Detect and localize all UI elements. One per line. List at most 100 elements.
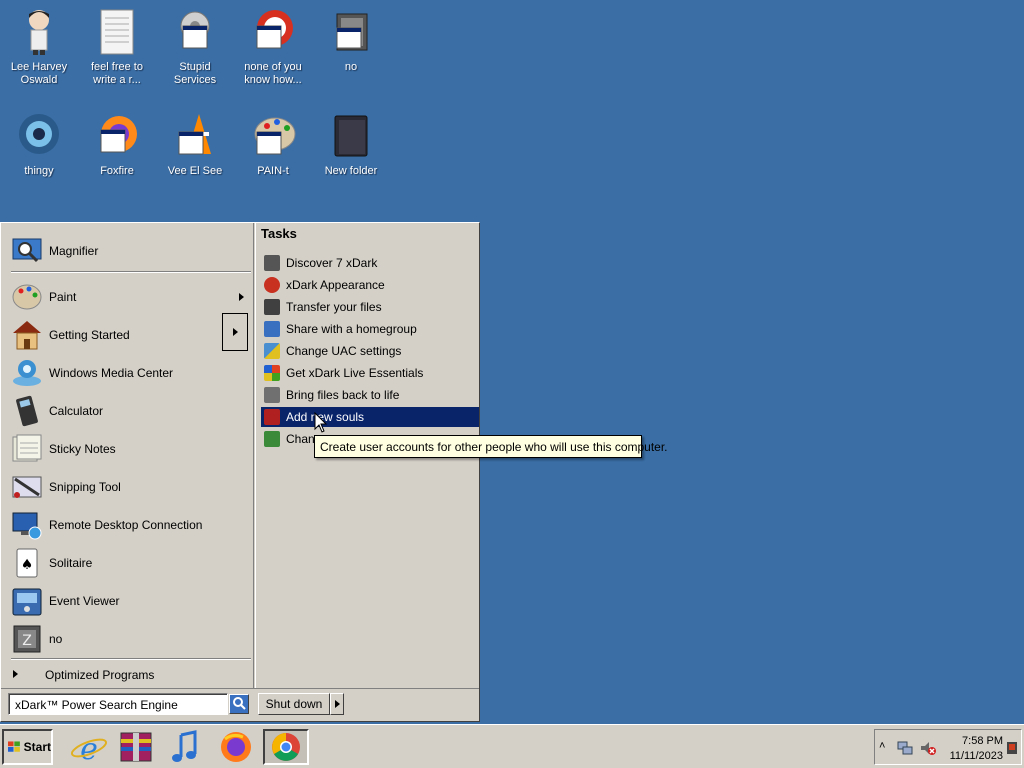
svg-text:♠: ♠ xyxy=(21,557,34,573)
program-no[interactable]: Z no xyxy=(11,621,251,657)
user-accounts-icon xyxy=(264,409,280,425)
expand-arrow-icon xyxy=(13,670,18,678)
volume-muted-icon[interactable] xyxy=(919,740,937,756)
taskbar-winrar[interactable] xyxy=(113,729,159,765)
separator xyxy=(11,658,251,660)
separator xyxy=(11,271,251,273)
taskbar-internet-explorer[interactable]: e xyxy=(66,729,112,767)
pane-divider xyxy=(253,223,254,688)
search-icon xyxy=(230,695,248,713)
archive-icon xyxy=(120,732,152,762)
show-hidden-icons-button[interactable]: ˄ xyxy=(879,740,885,752)
clock-date[interactable]: 11/11/2023 xyxy=(943,750,1003,762)
character-icon xyxy=(15,8,63,56)
magnifier-icon xyxy=(11,235,43,267)
desktop-icon-pain-t[interactable]: PAIN-t xyxy=(234,112,312,178)
start-menu-bottom-bar: xDark™ Power Search Engine Shut down xyxy=(1,688,479,722)
task-restore-files[interactable]: Bring files back to life xyxy=(261,385,479,405)
services-gear-icon xyxy=(171,8,219,56)
mouse-cursor-icon xyxy=(314,412,328,433)
appearance-icon xyxy=(264,277,280,293)
solitaire-icon: ♠ xyxy=(11,547,43,579)
network-icon[interactable] xyxy=(897,740,913,756)
task-add-user-accounts[interactable]: Add new souls xyxy=(261,407,479,427)
program-remote-desktop[interactable]: Remote Desktop Connection xyxy=(11,507,251,543)
desktop-icon-lee-harvey-oswald[interactable]: Lee Harvey Oswald xyxy=(0,8,78,87)
svg-text:Z: Z xyxy=(22,633,32,649)
red-circle-icon xyxy=(249,8,297,56)
task-discover[interactable]: Discover 7 xDark xyxy=(261,253,479,273)
character-icon xyxy=(264,255,280,271)
search-input[interactable]: xDark™ Power Search Engine xyxy=(8,693,228,715)
task-uac-settings[interactable]: Change UAC settings xyxy=(261,341,479,361)
firefox-icon xyxy=(93,112,141,160)
clock-time[interactable]: 7:58 PM xyxy=(947,735,1003,747)
desktop-icon-none-of-you[interactable]: none of you know how... xyxy=(234,8,312,87)
taskbar-music-player[interactable] xyxy=(163,729,209,765)
program-snipping-tool[interactable]: Snipping Tool xyxy=(11,469,251,505)
search-button[interactable] xyxy=(229,694,249,714)
desktop-icon-text-file[interactable]: feel free to write a r... xyxy=(78,8,156,87)
desktop-icon-stupid-services[interactable]: Stupid Services xyxy=(156,8,234,87)
tasks-title: Tasks xyxy=(261,226,297,241)
desktop-icon-thingy[interactable]: thingy xyxy=(0,112,78,178)
program-magnifier[interactable]: Magnifier xyxy=(11,233,251,269)
folder-icon xyxy=(327,112,375,160)
submenu-arrow-icon xyxy=(239,293,244,301)
sticky-notes-icon xyxy=(11,433,43,465)
calculator-icon xyxy=(11,395,43,427)
chevron-right-icon xyxy=(335,700,340,708)
program-solitaire[interactable]: ♠ Solitaire xyxy=(11,545,251,581)
task-live-essentials[interactable]: Get xDark Live Essentials xyxy=(261,363,479,383)
all-programs-item[interactable]: Optimized Programs xyxy=(11,664,251,684)
windows-flag-icon xyxy=(264,365,280,381)
transfer-icon xyxy=(264,299,280,315)
desktop-icon-no[interactable]: no xyxy=(312,8,390,74)
start-button[interactable]: Start xyxy=(2,729,53,765)
getting-started-icon xyxy=(11,319,43,351)
paint-icon xyxy=(11,281,43,313)
webcam-icon xyxy=(15,112,63,160)
event-viewer-icon xyxy=(11,585,43,617)
task-appearance[interactable]: xDark Appearance xyxy=(261,275,479,295)
desktop-icon-foxfire[interactable]: Foxfire xyxy=(78,112,156,178)
task-transfer-files[interactable]: Transfer your files xyxy=(261,297,479,317)
program-getting-started[interactable]: Getting Started xyxy=(11,317,251,353)
start-menu-programs: Magnifier Paint Getting Started Windows … xyxy=(3,225,253,685)
taskbar-chrome[interactable] xyxy=(263,729,309,765)
chrome-icon xyxy=(272,733,300,761)
task-homegroup[interactable]: Share with a homegroup xyxy=(261,319,479,339)
program-windows-media-center[interactable]: Windows Media Center xyxy=(11,355,251,391)
shutdown-button[interactable]: Shut down xyxy=(258,693,330,715)
box-icon xyxy=(327,8,375,56)
taskbar-firefox[interactable] xyxy=(213,729,259,765)
media-center-icon xyxy=(11,357,43,389)
program-event-viewer[interactable]: Event Viewer xyxy=(11,583,251,619)
action-center-flag-icon[interactable] xyxy=(1005,740,1019,756)
music-note-icon xyxy=(172,730,197,762)
restore-icon xyxy=(264,387,280,403)
taskbar: Start e ˄ 7:58 PM 11/11/2023 xyxy=(0,724,1024,768)
program-sticky-notes[interactable]: Sticky Notes xyxy=(11,431,251,467)
desktop-icon-new-folder[interactable]: New folder xyxy=(312,112,390,178)
box-icon: Z xyxy=(11,623,43,655)
homegroup-icon xyxy=(264,321,280,337)
remote-desktop-icon xyxy=(11,509,43,541)
text-file-icon xyxy=(93,8,141,56)
vlc-cone-icon xyxy=(171,112,219,160)
palette-icon xyxy=(249,112,297,160)
tooltip: Create user accounts for other people wh… xyxy=(314,435,668,458)
firefox-icon xyxy=(221,732,251,762)
desktop-icon-vee-el-see[interactable]: Vee El See xyxy=(156,112,234,178)
internet-explorer-icon: e xyxy=(70,732,108,767)
shield-icon xyxy=(264,343,280,359)
system-tray: ˄ 7:58 PM 11/11/2023 xyxy=(874,729,1022,765)
getting-started-submenu-button[interactable] xyxy=(222,313,248,351)
start-menu: Magnifier Paint Getting Started Windows … xyxy=(0,222,480,722)
program-paint[interactable]: Paint xyxy=(11,279,251,315)
windows-flag-icon xyxy=(8,741,20,752)
svg-text:e: e xyxy=(80,732,98,765)
snipping-tool-icon xyxy=(11,471,43,503)
shutdown-options-button[interactable] xyxy=(330,693,344,715)
program-calculator[interactable]: Calculator xyxy=(11,393,251,429)
